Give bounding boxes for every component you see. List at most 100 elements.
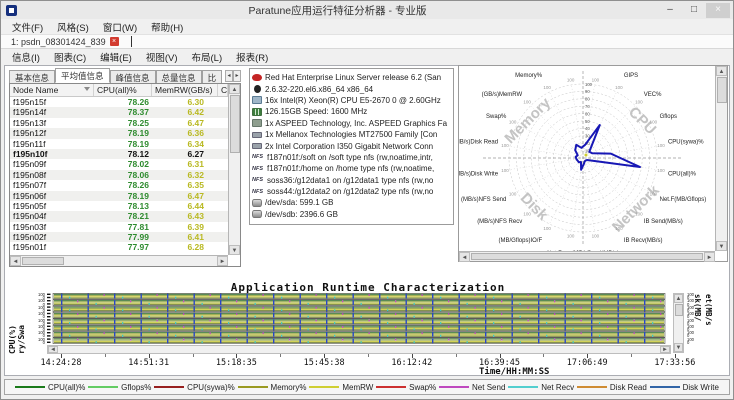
menu-item[interactable]: 窗口(W) [96, 20, 144, 34]
scroll-left-icon[interactable]: ◄ [48, 346, 58, 353]
table-vscrollbar[interactable]: ▲▼ [228, 84, 240, 255]
close-button[interactable]: × [706, 3, 730, 18]
window-controls: – □ × [658, 3, 730, 18]
menu-item[interactable]: 帮助(H) [144, 20, 190, 34]
table-row[interactable]: f195n04f78.216.43 [10, 211, 228, 221]
table-row[interactable]: f195n07f78.266.35 [10, 180, 228, 190]
table-row[interactable]: f195n03f77.816.39 [10, 222, 228, 232]
node-name-cell: f195n12f [10, 128, 94, 138]
radar-vscrollbar[interactable]: ▲▼ [715, 66, 727, 251]
column-header-cpu-all-[interactable]: CPU(all)% [94, 84, 152, 96]
cpu-cell: 78.02 [94, 159, 152, 169]
table-row[interactable]: f195n09f78.026.31 [10, 159, 228, 169]
table-header: Node NameCPU(all)%MemRW(GB/s)CP [10, 84, 228, 97]
scroll-up-icon[interactable]: ▲ [229, 84, 240, 94]
table-hscrollbar[interactable]: ◄► [10, 255, 228, 266]
svg-text:100: 100 [509, 191, 517, 196]
tab-峰值信息[interactable]: 峰值信息 [110, 70, 156, 83]
scroll-up-icon[interactable]: ▲ [716, 66, 727, 76]
scroll-thumb[interactable] [22, 257, 64, 265]
scroll-thumb[interactable] [675, 304, 683, 316]
radar-hscrollbar[interactable]: ◄► [459, 251, 715, 261]
filter-icon[interactable] [84, 87, 90, 94]
menu-item[interactable]: 图表(C) [47, 50, 93, 64]
system-info-item: 1x Mellanox Technologies MT27500 Family … [252, 129, 451, 140]
cpu-icon [252, 96, 262, 104]
system-info-text: soss36:/g12data1 on /g12data1 type nfs (… [267, 176, 433, 185]
menu-item[interactable]: 风格(S) [50, 20, 96, 34]
timeline-hscrollbar[interactable]: ◄► [47, 345, 671, 354]
memrw-cell: 6.27 [152, 149, 218, 159]
table-row[interactable]: f195n13f78.256.47 [10, 118, 228, 128]
svg-text:100: 100 [592, 77, 600, 82]
svg-text:60: 60 [585, 111, 590, 116]
column-header-cp[interactable]: CP [218, 84, 228, 96]
table-row[interactable]: f195n05f78.136.44 [10, 201, 228, 211]
column-header-node-name[interactable]: Node Name [10, 84, 94, 96]
svg-text:100: 100 [657, 143, 665, 148]
menu-item[interactable]: 文件(F) [5, 20, 50, 34]
scroll-down-icon[interactable]: ▼ [229, 245, 240, 255]
memory-icon [252, 108, 262, 116]
tab-平均值信息[interactable]: 平均值信息 [55, 68, 110, 83]
menu-item[interactable]: 视图(V) [139, 50, 185, 64]
system-info-item: NFSf187n01f:/home on /home type nfs (rw,… [252, 163, 451, 174]
scroll-left-icon[interactable]: ◄ [10, 256, 21, 266]
scroll-down-icon[interactable]: ▼ [674, 343, 683, 352]
tab-总量信息[interactable]: 总量信息 [156, 70, 202, 83]
svg-text:100: 100 [635, 211, 643, 216]
redhat-icon [252, 74, 262, 81]
svg-text:100: 100 [523, 211, 531, 216]
system-info-text: Red Hat Enterprise Linux Server release … [265, 73, 441, 82]
table-row[interactable]: f195n10f78.126.27 [10, 149, 228, 159]
legend-item: Net Send [439, 383, 505, 392]
scroll-right-icon[interactable]: ► [704, 252, 715, 262]
x-axis-minor-tick [193, 354, 194, 357]
scroll-up-icon[interactable]: ▲ [674, 294, 683, 303]
svg-text:70: 70 [585, 104, 590, 109]
svg-text:100: 100 [523, 100, 531, 105]
table-row[interactable]: f195n01f77.976.28 [10, 242, 228, 252]
menu-item[interactable]: 报表(R) [229, 50, 275, 64]
scroll-right-icon[interactable]: ► [217, 256, 228, 266]
scroll-thumb[interactable] [471, 253, 703, 260]
menu-item[interactable]: 信息(I) [5, 50, 47, 64]
table-row[interactable]: f195n15f78.266.30 [10, 97, 228, 107]
system-info-text: 2.6.32-220.el6.x86_64 x86_64 [265, 85, 373, 94]
table-row[interactable]: f195n12f78.196.36 [10, 128, 228, 138]
node-name-cell: f195n08f [10, 170, 94, 180]
menu-item[interactable]: 编辑(E) [93, 50, 139, 64]
document-tab[interactable]: 1: psdn_08301424_839 × [7, 35, 123, 48]
scroll-right-icon[interactable]: ► [660, 346, 670, 353]
timeline-vscrollbar[interactable]: ▲▼ [673, 293, 684, 353]
x-axis-tick-label: 15:18:35 [216, 358, 257, 368]
node-name-cell: f195n11f [10, 139, 94, 149]
nfs-icon: NFS [252, 153, 264, 161]
app-window: Paratune应用运行特征分析器 - 专业版 – □ × 文件(F)风格(S)… [0, 0, 734, 400]
memrw-cell: 6.47 [152, 118, 218, 128]
system-info-text: f187n01f:/home on /home type nfs (rw,noa… [267, 164, 434, 173]
tab-比[interactable]: 比 [202, 70, 223, 83]
table-row[interactable]: f195n08f78.066.32 [10, 170, 228, 180]
column-header-memrw-gb-s-[interactable]: MemRW(GB/s) [152, 84, 218, 96]
scroll-left-icon[interactable]: ◄ [459, 252, 470, 262]
system-info-item: 1x ASPEED Technology, Inc. ASPEED Graphi… [252, 118, 451, 129]
tab-基本信息[interactable]: 基本信息 [9, 70, 55, 83]
maximize-button[interactable]: □ [682, 3, 706, 18]
tab-close-icon[interactable]: × [110, 37, 119, 46]
table-row[interactable]: f195n02f77.996.41 [10, 232, 228, 242]
cpu-cell: 78.21 [94, 211, 152, 221]
memrw-cell: 6.44 [152, 201, 218, 211]
scroll-thumb[interactable] [230, 95, 240, 153]
tab-scroll-left-icon[interactable]: ◂ [225, 70, 233, 82]
table-row[interactable]: f195n11f78.196.34 [10, 139, 228, 149]
minimize-button[interactable]: – [658, 3, 682, 18]
tab-scroll-right-icon[interactable]: ▸ [233, 70, 241, 82]
x-axis-tick-label: 16:12:42 [391, 358, 432, 368]
nfs-icon: NFS [252, 188, 264, 196]
scroll-thumb[interactable] [717, 77, 727, 103]
table-row[interactable]: f195n06f78.196.47 [10, 191, 228, 201]
table-row[interactable]: f195n14f78.376.42 [10, 107, 228, 117]
menu-item[interactable]: 布局(L) [185, 50, 230, 64]
scroll-down-icon[interactable]: ▼ [716, 241, 727, 251]
